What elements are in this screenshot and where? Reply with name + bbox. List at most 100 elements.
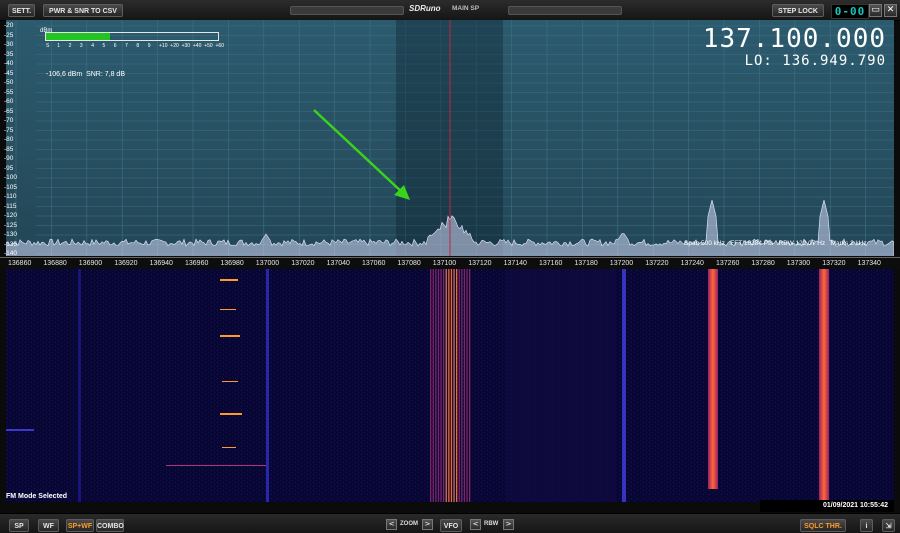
- app-title: SDRuno: [409, 4, 441, 13]
- lo-frequency[interactable]: LO: 136.949.790: [745, 53, 886, 69]
- signal-meter: [45, 32, 219, 41]
- frequency-tick-label: 136960: [185, 260, 209, 267]
- power-tick-label: -75: [4, 126, 14, 134]
- annotation-arrow: [313, 109, 410, 200]
- signal-meter-fill: [46, 33, 110, 40]
- frequency-tick-label: 136880: [43, 260, 67, 267]
- power-tick-label: -100: [4, 174, 18, 181]
- settings-button[interactable]: SETT.: [8, 4, 35, 17]
- meter-scale-label: 7: [125, 43, 128, 49]
- span-info: Span 500 kHz: [684, 240, 725, 247]
- rbw-label: RBW: [484, 521, 499, 527]
- info-icon[interactable]: i: [860, 519, 873, 532]
- meter-scale-label: 8: [136, 43, 140, 49]
- power-tick-label: -30: [4, 41, 14, 48]
- power-tick-label: -70: [4, 117, 14, 124]
- power-tick-label: -120: [4, 212, 18, 219]
- meter-scale-label: +20: [170, 43, 179, 49]
- meter-scale-label: 9: [147, 43, 151, 49]
- meter-scale-label: +60: [215, 43, 224, 49]
- zoom-out-icon[interactable]: <: [386, 519, 397, 530]
- meter-scale-label: +30: [181, 43, 191, 49]
- panel-name: MAIN SP: [452, 5, 480, 12]
- frequency-tick-label: 136860: [8, 260, 32, 267]
- sp-button[interactable]: SP: [9, 519, 29, 532]
- bottom-toolbar: SP WF SP+WF COMBO < ZOOM > VFO < RBW > S…: [0, 513, 900, 533]
- power-tick-label: -115: [4, 202, 17, 210]
- main-frequency[interactable]: 137.100.000: [703, 24, 886, 54]
- power-tick-label: -80: [4, 136, 14, 143]
- snr-readout: SNR: 7,8 dB: [86, 71, 125, 78]
- frequency-tick-label: 137060: [362, 260, 386, 267]
- close-icon[interactable]: ✕: [884, 4, 897, 17]
- spectrum-info: Span 500 kHz FFT 16384 Pts RBW 122,07 Hz…: [684, 240, 867, 247]
- meter-scale-label: +40: [192, 43, 202, 49]
- power-tick-label: -50: [4, 79, 14, 86]
- step-lock-button[interactable]: STEP LOCK: [772, 4, 824, 17]
- rbw-down-icon[interactable]: <: [470, 519, 481, 530]
- frequency-tick-label: 137100: [432, 260, 457, 267]
- frequency-tick-label: 137280: [751, 260, 775, 267]
- mode-status: FM Mode Selected: [6, 493, 68, 500]
- meter-scale-label: 1: [57, 43, 61, 49]
- power-tick-label: -95: [4, 164, 14, 172]
- title-bar: SETT. PWR & SNR TO CSV SDRuno MAIN SP ST…: [0, 0, 900, 21]
- power-tick-label: -140: [4, 250, 18, 257]
- frequency-tick-label: 136920: [114, 260, 138, 267]
- sp-wf-button[interactable]: SP+WF: [66, 519, 94, 532]
- datetime-display: 01/09/2021 10:55:42: [760, 500, 894, 512]
- sqlc-threshold-button[interactable]: SQLC THR.: [800, 519, 846, 532]
- combo-button[interactable]: COMBO: [96, 519, 124, 532]
- power-tick-label: -85: [4, 145, 14, 153]
- power-tick-label: -35: [4, 50, 14, 58]
- frequency-tick-label: 137080: [397, 260, 421, 267]
- power-tick-label: -55: [4, 88, 14, 96]
- frequency-tick-label: 137260: [716, 260, 740, 267]
- marks-info: Marks 2 kHz: [830, 240, 867, 247]
- power-tick-label: -60: [4, 98, 14, 105]
- frequency-tick-label: 136900: [78, 260, 103, 267]
- waterfall-display[interactable]: [6, 269, 894, 502]
- wf-button[interactable]: WF: [38, 519, 59, 532]
- resize-icon[interactable]: ⇲: [882, 519, 895, 532]
- frequency-tick-label: 137320: [822, 260, 846, 267]
- level-readout: -106,6 dBm: [46, 71, 83, 78]
- export-csv-button[interactable]: PWR & SNR TO CSV: [43, 4, 123, 17]
- meter-scale-label: S: [46, 43, 50, 49]
- frequency-tick-label: 137240: [680, 260, 704, 267]
- power-tick-label: -105: [4, 183, 18, 191]
- frequency-tick-label: 137160: [539, 260, 563, 267]
- power-tick-label: -130: [4, 231, 18, 238]
- step-lcd-display: 0-00: [831, 4, 869, 19]
- frequency-tick-label: 137200: [609, 260, 634, 267]
- zoom-in-icon[interactable]: >: [422, 519, 433, 530]
- meter-scale-label: 2: [68, 43, 72, 49]
- frequency-tick-label: 137220: [645, 260, 669, 267]
- meter-scale-label: +50: [204, 43, 213, 49]
- vfo-button[interactable]: VFO: [440, 519, 462, 532]
- frequency-tick-label: 137040: [326, 260, 350, 267]
- power-tick-label: -40: [4, 60, 14, 67]
- frequency-tick-label: 136940: [149, 260, 173, 267]
- power-tick-label: -25: [4, 31, 14, 39]
- zoom-label: ZOOM: [400, 521, 418, 527]
- power-tick-label: -20: [4, 22, 14, 29]
- restore-icon[interactable]: ▭: [869, 4, 882, 17]
- title-slot-left: [290, 6, 404, 15]
- title-slot-right: [508, 6, 622, 15]
- meter-scale-label: 6: [113, 43, 117, 49]
- power-tick-label: -135: [4, 240, 18, 248]
- power-tick-label: -110: [4, 193, 17, 200]
- power-axis: -20 -25 -30 -35 -40 -45 -50 -55 -60 -65 -70 -75 -80 -…: [0, 20, 32, 257]
- fft-info: FFT 16384 Pts: [730, 240, 774, 247]
- frequency-tick-label: 137120: [468, 260, 492, 267]
- frequency-tick-label: 137300: [786, 260, 811, 267]
- signal-readout: -106,6 dBm SNR: 7,8 dB: [46, 71, 125, 78]
- frequency-tick-label: 137140: [503, 260, 527, 267]
- rbw-up-icon[interactable]: >: [503, 519, 514, 530]
- power-tick-label: -90: [4, 155, 14, 162]
- power-tick-label: -65: [4, 107, 14, 115]
- meter-scale-label: +10: [159, 43, 168, 49]
- frequency-tick-label: 137180: [574, 260, 598, 267]
- meter-scale-label: 4: [91, 43, 94, 49]
